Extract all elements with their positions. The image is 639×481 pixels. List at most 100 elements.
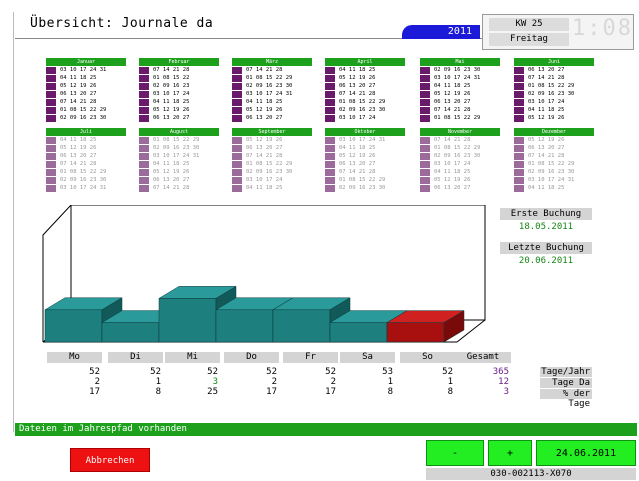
day-numbers[interactable]: 03 10 17 24 31 bbox=[434, 75, 480, 82]
day-numbers[interactable]: 06 13 20 27 bbox=[153, 115, 189, 122]
day-numbers[interactable]: 06 13 20 27 bbox=[60, 153, 96, 160]
day-numbers[interactable]: 06 13 20 27 bbox=[434, 99, 470, 106]
day-numbers[interactable]: 02 09 16 23 30 bbox=[528, 169, 574, 176]
day-numbers[interactable]: 07 14 21 28 bbox=[246, 153, 282, 160]
day-numbers[interactable]: 01 08 15 22 29 bbox=[246, 161, 292, 168]
day-numbers[interactable]: 06 13 20 27 bbox=[339, 83, 375, 90]
cancel-button[interactable]: Abbrechen bbox=[70, 448, 150, 472]
weekday-row: 06 13 20 27 bbox=[420, 99, 500, 106]
date-button[interactable]: 24.06.2011 bbox=[536, 440, 636, 466]
day-numbers[interactable]: 05 12 19 26 bbox=[339, 75, 375, 82]
day-numbers[interactable]: 01 08 15 22 29 bbox=[339, 99, 385, 106]
day-numbers[interactable]: 03 10 17 24 bbox=[153, 91, 189, 98]
day-numbers[interactable]: 05 12 19 26 bbox=[434, 177, 470, 184]
day-numbers[interactable]: 07 14 21 28 bbox=[60, 99, 96, 106]
day-numbers[interactable]: 01 08 15 22 29 bbox=[434, 115, 480, 122]
weekday-marker bbox=[46, 153, 56, 160]
stat-cell: 52 bbox=[325, 367, 336, 377]
day-numbers[interactable]: 04 11 18 25 bbox=[246, 185, 282, 192]
day-numbers[interactable]: 04 11 18 25 bbox=[60, 137, 96, 144]
day-numbers[interactable]: 07 14 21 28 bbox=[434, 137, 470, 144]
day-numbers[interactable]: 06 13 20 27 bbox=[339, 161, 375, 168]
day-numbers[interactable]: 02 09 16 23 30 bbox=[339, 185, 385, 192]
day-numbers[interactable]: 05 12 19 26 bbox=[528, 115, 564, 122]
day-numbers[interactable]: 01 08 15 22 29 bbox=[60, 169, 106, 176]
day-numbers[interactable]: 05 12 19 26 bbox=[528, 137, 564, 144]
day-numbers[interactable]: 01 08 15 22 29 bbox=[153, 137, 199, 144]
day-numbers[interactable]: 02 09 16 23 30 bbox=[60, 115, 106, 122]
day-numbers[interactable]: 03 10 17 24 31 bbox=[246, 91, 292, 98]
day-numbers[interactable]: 01 08 15 22 29 bbox=[528, 83, 574, 90]
day-numbers[interactable]: 03 10 17 24 31 bbox=[528, 177, 574, 184]
day-numbers[interactable]: 06 13 20 27 bbox=[528, 145, 564, 152]
day-numbers[interactable]: 05 12 19 26 bbox=[246, 137, 282, 144]
day-numbers[interactable]: 07 14 21 28 bbox=[528, 153, 564, 160]
day-numbers[interactable]: 05 12 19 26 bbox=[434, 91, 470, 98]
day-numbers[interactable]: 01 08 15 22 29 bbox=[339, 177, 385, 184]
day-numbers[interactable]: 01 08 15 22 bbox=[153, 75, 189, 82]
day-numbers[interactable]: 03 10 17 24 31 bbox=[60, 185, 106, 192]
day-numbers[interactable]: 07 14 21 28 bbox=[153, 67, 189, 74]
day-numbers[interactable]: 02 09 16 23 30 bbox=[528, 91, 574, 98]
day-numbers[interactable]: 03 10 17 24 31 bbox=[60, 67, 106, 74]
year-badge[interactable]: 2011 bbox=[402, 25, 480, 39]
day-numbers[interactable]: 02 09 16 23 30 bbox=[246, 83, 292, 90]
day-numbers[interactable]: 02 09 16 23 30 bbox=[434, 153, 480, 160]
day-numbers[interactable]: 04 11 18 25 bbox=[246, 99, 282, 106]
day-numbers[interactable]: 03 10 17 24 bbox=[246, 177, 282, 184]
day-numbers[interactable]: 04 11 18 25 bbox=[339, 67, 375, 74]
month-calendar: Juli 04 11 18 25 05 12 19 26 06 13 20 27 07 … bbox=[46, 128, 126, 200]
day-numbers[interactable]: 04 11 18 25 bbox=[339, 145, 375, 152]
day-numbers[interactable]: 05 12 19 26 bbox=[60, 145, 96, 152]
day-numbers[interactable]: 02 09 16 23 30 bbox=[60, 177, 106, 184]
day-numbers[interactable]: 06 13 20 27 bbox=[528, 67, 564, 74]
day-numbers[interactable]: 01 08 15 22 29 bbox=[246, 75, 292, 82]
day-numbers[interactable]: 05 12 19 26 bbox=[153, 169, 189, 176]
day-numbers[interactable]: 03 10 17 24 bbox=[434, 161, 470, 168]
day-numbers[interactable]: 05 12 19 26 bbox=[339, 153, 375, 160]
stat-cell: 17 bbox=[89, 387, 100, 397]
day-numbers[interactable]: 06 13 20 27 bbox=[434, 185, 470, 192]
stat-cell: 365 bbox=[492, 367, 509, 377]
day-numbers[interactable]: 05 12 19 26 bbox=[246, 107, 282, 114]
day-numbers[interactable]: 04 11 18 25 bbox=[153, 161, 189, 168]
day-numbers[interactable]: 03 10 17 24 bbox=[339, 115, 375, 122]
next-day-button[interactable]: + bbox=[488, 440, 532, 466]
day-numbers[interactable]: 02 09 16 23 30 bbox=[434, 67, 480, 74]
day-numbers[interactable]: 04 11 18 25 bbox=[528, 185, 564, 192]
day-numbers[interactable]: 07 14 21 28 bbox=[153, 185, 189, 192]
day-numbers[interactable]: 01 08 15 22 29 bbox=[434, 145, 480, 152]
day-numbers[interactable]: 04 11 18 25 bbox=[60, 75, 96, 82]
day-numbers[interactable]: 06 13 20 27 bbox=[153, 177, 189, 184]
day-numbers[interactable]: 07 14 21 28 bbox=[339, 169, 375, 176]
day-numbers[interactable]: 05 12 19 26 bbox=[60, 83, 96, 90]
day-numbers[interactable]: 06 13 20 27 bbox=[246, 145, 282, 152]
day-numbers[interactable]: 02 09 16 23 30 bbox=[246, 169, 292, 176]
day-numbers[interactable]: 03 10 17 24 31 bbox=[339, 137, 385, 144]
day-numbers[interactable]: 04 11 18 25 bbox=[153, 99, 189, 106]
day-numbers[interactable]: 01 08 15 22 29 bbox=[60, 107, 106, 114]
month-calendar: Januar 03 10 17 24 31 04 11 18 25 05 12 19 … bbox=[46, 58, 126, 130]
day-numbers[interactable]: 02 09 16 23 bbox=[153, 83, 189, 90]
weekday-row: 02 09 16 23 30 bbox=[232, 83, 312, 90]
day-numbers[interactable]: 02 09 16 23 30 bbox=[339, 107, 385, 114]
day-numbers[interactable]: 07 14 21 28 bbox=[434, 107, 470, 114]
day-numbers[interactable]: 04 11 18 25 bbox=[528, 107, 564, 114]
day-numbers[interactable]: 04 11 18 25 bbox=[434, 83, 470, 90]
day-numbers[interactable]: 07 14 21 28 bbox=[246, 67, 282, 74]
day-numbers[interactable]: 07 14 21 28 bbox=[60, 161, 96, 168]
day-numbers[interactable]: 06 13 20 27 bbox=[246, 115, 282, 122]
day-numbers[interactable]: 01 08 15 22 29 bbox=[528, 161, 574, 168]
month-calendar: März 07 14 21 28 01 08 15 22 29 02 09 16 23… bbox=[232, 58, 312, 130]
day-numbers[interactable]: 07 14 21 28 bbox=[339, 91, 375, 98]
day-numbers[interactable]: 05 12 19 26 bbox=[153, 107, 189, 114]
weekday-row: 03 10 17 24 31 bbox=[232, 91, 312, 98]
day-numbers[interactable]: 02 09 16 23 30 bbox=[153, 145, 199, 152]
day-numbers[interactable]: 04 11 18 25 bbox=[434, 169, 470, 176]
day-numbers[interactable]: 03 10 17 24 31 bbox=[153, 153, 199, 160]
month-calendar: August 01 08 15 22 29 02 09 16 23 30 03 10 … bbox=[139, 128, 219, 200]
previous-day-button[interactable]: - bbox=[426, 440, 484, 466]
day-numbers[interactable]: 03 10 17 24 bbox=[528, 99, 564, 106]
day-numbers[interactable]: 06 13 20 27 bbox=[60, 91, 96, 98]
day-numbers[interactable]: 07 14 21 28 bbox=[528, 75, 564, 82]
